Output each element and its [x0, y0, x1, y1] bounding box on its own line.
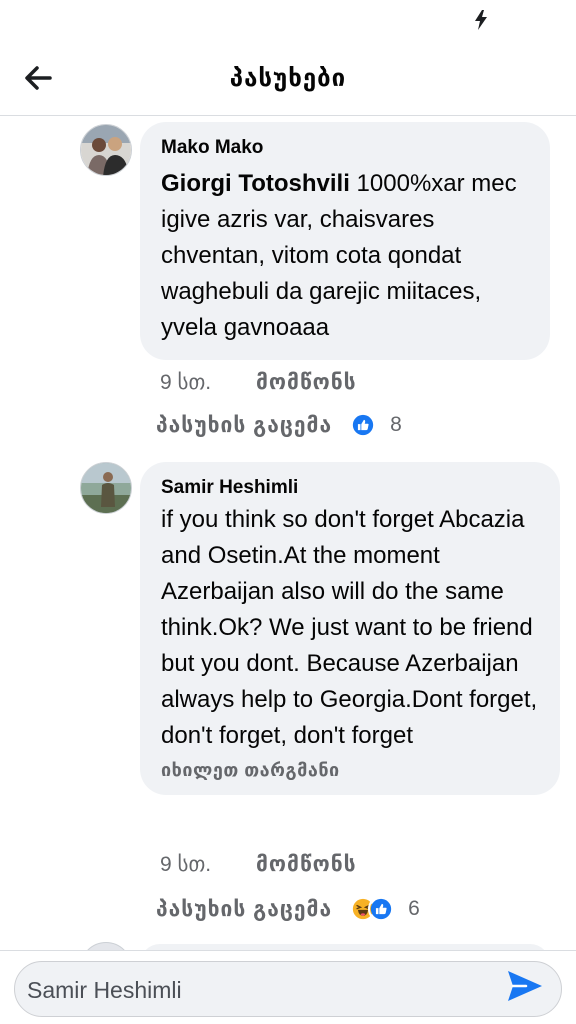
avatar-photo: [81, 463, 131, 513]
reactions[interactable]: 6: [350, 896, 420, 922]
see-translation-link[interactable]: იხილეთ თარგმანი: [161, 760, 540, 781]
reply-button[interactable]: პასუხის გაცემა: [156, 897, 332, 922]
top-bar: პასუხები: [0, 44, 576, 116]
comment-time[interactable]: 9 სთ.: [160, 370, 256, 395]
avatar[interactable]: [80, 462, 132, 514]
comment-meta: 9 სთ. მომწონს: [160, 852, 357, 877]
status-bar: [0, 0, 576, 44]
like-button[interactable]: მომწონს: [256, 370, 357, 395]
reply-field[interactable]: [14, 961, 562, 1017]
page-title: პასუხები: [229, 65, 347, 92]
reply-composer: [0, 950, 576, 1024]
reactions[interactable]: 8: [350, 412, 402, 438]
charging-bolt-icon: [475, 10, 487, 30]
comment-actions: პასუხის გაცემა 8: [156, 412, 402, 438]
avatar[interactable]: [80, 942, 132, 950]
avatar-photo: [81, 125, 131, 175]
mention-tag[interactable]: Giorgi Totoshvili: [161, 170, 350, 197]
reaction-count: 8: [390, 413, 402, 436]
like-reaction-icon: [368, 896, 395, 922]
comment-meta: 9 სთ. მომწონს: [160, 370, 357, 395]
replies-thread[interactable]: Mako Mako Giorgi Totoshvili 1000%xar mec…: [0, 116, 576, 950]
reply-button[interactable]: პასუხის გაცემა: [156, 413, 332, 438]
like-button[interactable]: მომწონს: [256, 852, 357, 877]
avatar[interactable]: [80, 124, 132, 176]
reply-input[interactable]: [27, 970, 487, 1010]
comment-text: if you think so don't forget Abcazia and…: [161, 506, 538, 749]
comment-time[interactable]: 9 სთ.: [160, 852, 256, 877]
comment-author[interactable]: Mako Mako: [161, 136, 530, 160]
comment-bubble[interactable]: Mako Mako Giorgi Totoshvili 1000%xar mec…: [140, 122, 550, 360]
comment-bubble[interactable]: Samir Heshimli if you think so don't for…: [140, 462, 560, 795]
comment-author[interactable]: Samir Heshimli: [161, 476, 540, 500]
reaction-count: 6: [408, 897, 420, 920]
comment-actions: პასუხის გაცემა 6: [156, 896, 420, 922]
comment-text: Giorgi Totoshvili 1000%xar mec igive azr…: [161, 166, 530, 346]
send-icon[interactable]: [504, 965, 546, 1007]
like-reaction-icon: [350, 412, 377, 438]
